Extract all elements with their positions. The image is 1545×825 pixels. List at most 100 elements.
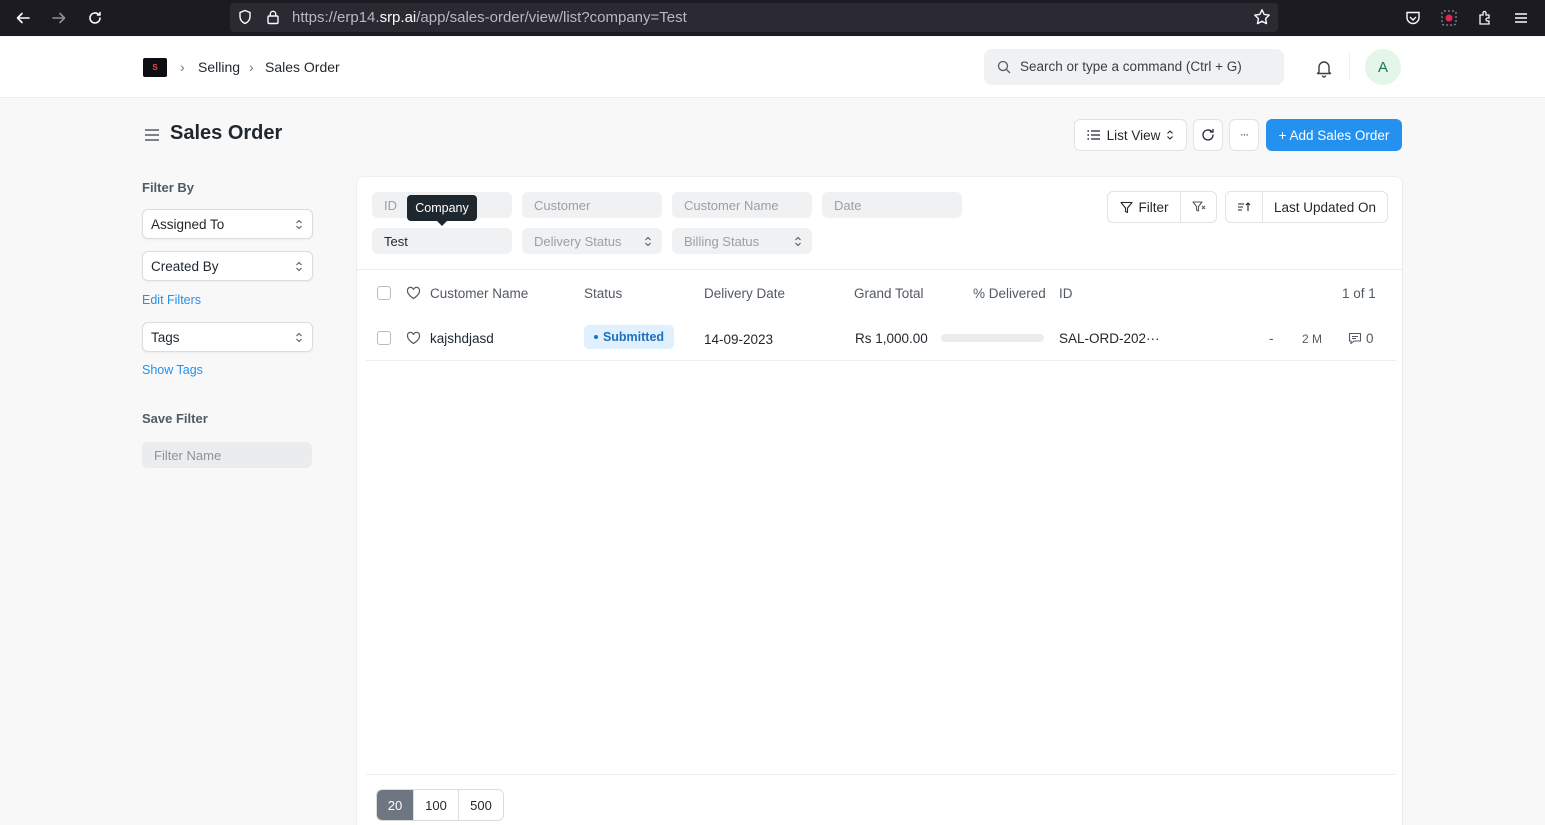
customer-filter-placeholder: Customer <box>534 198 591 213</box>
result-count: 1 of 1 <box>1342 286 1376 301</box>
extensions-icon[interactable] <box>1474 7 1496 29</box>
chevron-right-icon: › <box>180 59 185 75</box>
list-card <box>356 176 1403 825</box>
select-all-checkbox[interactable] <box>377 286 391 300</box>
filter-divider <box>357 269 1402 270</box>
bookmark-star-icon[interactable] <box>1253 8 1271 26</box>
more-dots-icon: ··· <box>1240 129 1249 141</box>
row-assigned: - <box>1269 331 1274 346</box>
search-icon <box>996 59 1012 75</box>
shield-icon[interactable] <box>236 8 254 26</box>
select-caret-icon <box>296 219 302 230</box>
filter-name-input[interactable]: Filter Name <box>142 442 312 468</box>
sidebar-toggle-icon[interactable] <box>143 127 161 143</box>
column-header-id: ID <box>1059 286 1073 301</box>
billing-status-filter-select[interactable]: Billing Status <box>672 228 812 254</box>
row-comments[interactable]: 0 <box>1348 331 1374 346</box>
sort-ascending-icon <box>1238 202 1251 211</box>
page-length-500[interactable]: 500 <box>459 790 503 820</box>
date-filter-placeholder: Date <box>834 198 862 213</box>
id-filter-placeholder: ID <box>384 198 397 213</box>
company-filter-input[interactable]: Test <box>372 228 512 254</box>
url-text: https://erp14.srp.ai/app/sales-order/vie… <box>292 9 687 26</box>
add-sales-order-button[interactable]: + Add Sales Order <box>1266 119 1402 151</box>
customer-name-filter-input[interactable]: Customer Name <box>672 192 812 218</box>
company-filter-value: Test <box>384 234 408 249</box>
comment-count: 0 <box>1366 331 1374 346</box>
status-dot-icon <box>593 335 598 339</box>
tags-label: Tags <box>151 330 180 345</box>
page-length-100[interactable]: 100 <box>414 790 459 820</box>
screen-record-icon[interactable] <box>1438 7 1460 29</box>
lock-icon[interactable] <box>264 8 282 26</box>
filter-funnel-icon <box>1119 201 1133 213</box>
delivery-status-filter-select[interactable]: Delivery Status <box>522 228 662 254</box>
billing-status-placeholder: Billing Status <box>684 234 760 249</box>
app-navbar: S › Selling › Sales Order Search or type… <box>0 37 1545 98</box>
status-badge-label: Submitted <box>602 330 665 344</box>
chevron-right-icon: › <box>249 59 254 75</box>
page-length-20[interactable]: 20 <box>377 790 414 820</box>
created-by-select[interactable]: Created By <box>142 251 313 281</box>
browser-toolbar: https://erp14.srp.ai/app/sales-order/vie… <box>0 0 1545 36</box>
navbar-divider <box>1349 53 1350 81</box>
row-grand-total: Rs 1,000.00 <box>855 331 928 346</box>
created-by-label: Created By <box>151 259 219 274</box>
sort-order-button[interactable] <box>1225 191 1263 223</box>
heart-icon[interactable] <box>406 286 421 300</box>
column-header-grand-total: Grand Total <box>854 286 924 301</box>
page-title: Sales Order <box>170 122 283 144</box>
more-actions-button[interactable]: ··· <box>1229 119 1259 151</box>
column-header-delivery-date: Delivery Date <box>704 286 786 301</box>
edit-filters-link[interactable]: Edit Filters <box>142 293 201 307</box>
refresh-icon <box>1202 128 1214 141</box>
date-filter-input[interactable]: Date <box>822 192 962 218</box>
back-icon[interactable] <box>11 6 35 30</box>
column-header-percent-delivered: % Delivered <box>973 286 1046 301</box>
breadcrumb-selling[interactable]: Selling <box>198 59 240 75</box>
save-filter-heading: Save Filter <box>142 411 208 426</box>
customer-name-filter-placeholder: Customer Name <box>684 198 779 213</box>
select-caret-icon <box>645 236 651 247</box>
row-id[interactable]: SAL-ORD-202··· <box>1059 331 1160 346</box>
comment-icon <box>1348 332 1362 345</box>
reload-list-button[interactable] <box>1193 119 1223 151</box>
status-badge[interactable]: Submitted <box>584 325 674 349</box>
filter-x-icon <box>1191 201 1205 212</box>
sort-by-select[interactable]: Last Updated On <box>1262 191 1388 223</box>
list-view-switcher[interactable]: List View <box>1074 119 1187 151</box>
select-caret-icon <box>1167 130 1174 140</box>
show-tags-link[interactable]: Show Tags <box>142 363 203 377</box>
row-customer-name[interactable]: kajshdjasd <box>430 331 494 346</box>
delivery-status-placeholder: Delivery Status <box>534 234 622 249</box>
select-caret-icon <box>296 261 302 272</box>
heart-icon[interactable] <box>406 331 421 345</box>
forward-icon[interactable] <box>47 6 71 30</box>
row-divider <box>366 360 1396 361</box>
filter-button-label: Filter <box>1138 199 1169 215</box>
list-view-label: List View <box>1106 127 1161 143</box>
app-logo[interactable]: S <box>143 58 167 77</box>
customer-filter-input[interactable]: Customer <box>522 192 662 218</box>
page-length-selector: 20 100 500 <box>376 789 504 821</box>
row-modified: 2 M <box>1302 332 1323 346</box>
notification-bell-icon[interactable] <box>1313 57 1335 79</box>
app-menu-icon[interactable] <box>1510 7 1532 29</box>
user-avatar[interactable]: A <box>1365 49 1401 85</box>
filter-button[interactable]: Filter <box>1107 191 1181 223</box>
clear-filters-button[interactable] <box>1180 191 1217 223</box>
select-caret-icon <box>296 332 302 343</box>
row-checkbox[interactable] <box>377 331 391 345</box>
column-header-customer-name: Customer Name <box>430 286 529 301</box>
filter-by-heading: Filter By <box>142 180 195 195</box>
awesomebar-search[interactable]: Search or type a command (Ctrl + G) <box>984 49 1284 85</box>
filter-name-placeholder: Filter Name <box>154 448 222 463</box>
reload-icon[interactable] <box>83 6 107 30</box>
address-bar[interactable]: https://erp14.srp.ai/app/sales-order/vie… <box>230 3 1278 32</box>
footer-divider <box>366 774 1396 775</box>
tags-select[interactable]: Tags <box>142 322 313 352</box>
select-caret-icon <box>795 236 801 247</box>
breadcrumb-sales-order[interactable]: Sales Order <box>265 59 340 75</box>
assigned-to-select[interactable]: Assigned To <box>142 209 313 239</box>
pocket-icon[interactable] <box>1402 7 1424 29</box>
